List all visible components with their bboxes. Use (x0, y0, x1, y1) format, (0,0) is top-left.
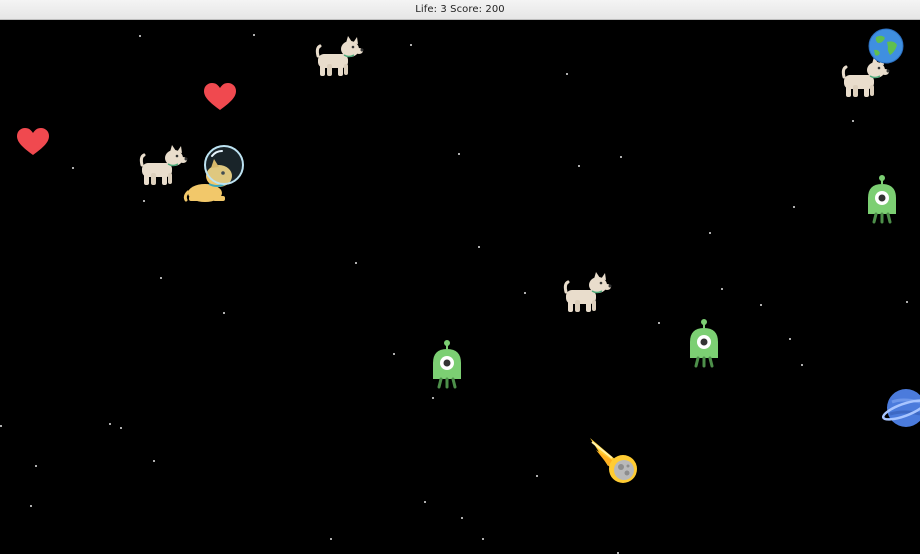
star (432, 397, 434, 399)
dog-icon (138, 143, 188, 187)
game-canvas[interactable] (0, 20, 920, 554)
star (120, 427, 122, 429)
star (160, 277, 162, 279)
star (721, 288, 723, 290)
heart-icon (16, 128, 50, 156)
dog-icon (562, 270, 612, 314)
star (139, 35, 141, 37)
star (410, 44, 412, 46)
star (852, 120, 854, 122)
dog-icon (314, 34, 364, 78)
window-title: Life: 3 Score: 200 (415, 4, 505, 15)
star (906, 301, 908, 303)
star (578, 165, 580, 167)
star (524, 292, 526, 294)
star (760, 304, 762, 306)
star (458, 153, 460, 155)
star (253, 34, 255, 36)
star (424, 501, 426, 503)
star (153, 460, 155, 462)
star (330, 538, 332, 540)
star (109, 423, 111, 425)
star (709, 232, 711, 234)
alien-icon (687, 318, 721, 368)
heart-icon (203, 83, 237, 111)
star (35, 465, 37, 467)
planet-icon (882, 386, 920, 430)
star (536, 475, 538, 477)
alien-icon (865, 174, 899, 224)
star (620, 156, 622, 158)
star (801, 364, 803, 366)
star (793, 206, 795, 208)
star (72, 167, 74, 169)
star (566, 73, 568, 75)
alien-icon (430, 339, 464, 389)
star (355, 262, 357, 264)
star (461, 517, 463, 519)
earth-icon (868, 28, 904, 64)
star (393, 353, 395, 355)
star (223, 312, 225, 314)
star (0, 425, 2, 427)
star (789, 338, 791, 340)
comet-icon (588, 436, 640, 486)
star (482, 538, 484, 540)
star (143, 200, 145, 202)
star (30, 505, 32, 507)
star (658, 322, 660, 324)
window-title-bar: Life: 3 Score: 200 (0, 0, 920, 20)
astronaut-dog-icon[interactable] (183, 144, 249, 206)
star (478, 246, 480, 248)
